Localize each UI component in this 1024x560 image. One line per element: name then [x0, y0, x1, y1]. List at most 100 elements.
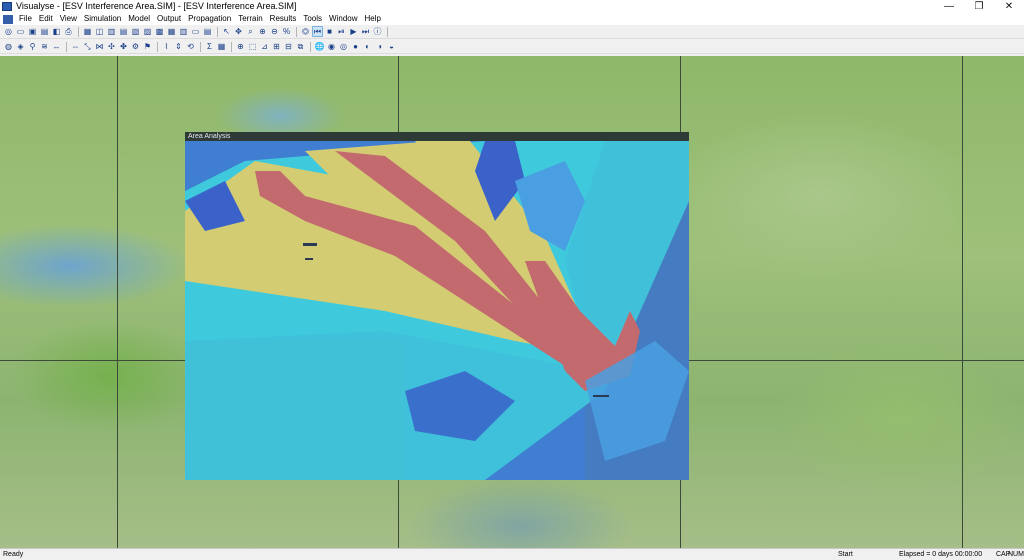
scale-button[interactable]: ⇕ — [173, 41, 184, 52]
status-start: Start — [838, 551, 853, 558]
save-button[interactable]: ▣ — [27, 26, 38, 37]
station-marker-icon — [593, 395, 609, 397]
trace-button[interactable]: ⌇ — [161, 41, 172, 52]
menu-tools[interactable]: Tools — [301, 13, 327, 25]
link-button[interactable]: ⚲ — [27, 41, 38, 52]
menu-view[interactable]: View — [58, 13, 82, 25]
globe-6-button[interactable]: ◑ — [374, 41, 385, 52]
move-button[interactable]: ✥ — [233, 26, 244, 37]
interference-contours — [185, 141, 689, 480]
toolbar-separator — [200, 41, 201, 52]
layout-4-button[interactable]: ▤ — [118, 26, 129, 37]
map-zoom-button[interactable]: ⊕ — [235, 41, 246, 52]
globe-5-button[interactable]: ◐ — [362, 41, 373, 52]
interference-map[interactable] — [185, 141, 689, 480]
globe-3-button[interactable]: ◎ — [338, 41, 349, 52]
print-button[interactable]: ⎙ — [63, 26, 74, 37]
reset-button[interactable]: ⏣ — [300, 26, 311, 37]
toolbar-separator — [157, 41, 158, 52]
info-button[interactable]: ⓘ — [372, 26, 383, 37]
menu-output[interactable]: Output — [155, 13, 186, 25]
orbit-button[interactable]: ⚙ — [130, 41, 141, 52]
step-button[interactable]: ⏯ — [336, 26, 347, 37]
model-toolbar: ◍ ◈ ⚲ ≋ ↔ ⇔ ⤡ ⋈ ✣ ✤ ⚙ ⚑ ⌇ ⇕ ⟲ Σ ▦ ⊕ ⬚ ⊿ ⊞ ⊟ ⧉ 🌐 ◉ ◎ ● ◐ ◑ ◒ — [0, 40, 1024, 54]
menu-help[interactable]: Help — [363, 13, 386, 25]
layout-6-button[interactable]: ▨ — [142, 26, 153, 37]
map-coast-button[interactable]: ⊟ — [283, 41, 294, 52]
ship-label-marker — [305, 258, 313, 260]
title-bar: Visualyse - [ESV Interference Area.SIM] … — [0, 0, 1024, 13]
carrier-button[interactable]: ≋ — [39, 41, 50, 52]
minimize-button[interactable]: — — [934, 0, 964, 13]
grid-line — [117, 56, 118, 548]
ground-button[interactable]: ⚑ — [142, 41, 153, 52]
status-elapsed: Elapsed = 0 days 00:00:00 — [899, 551, 983, 558]
fast-forward-button[interactable]: ⏭ — [360, 26, 371, 37]
antenna-button[interactable]: ◍ — [3, 41, 14, 52]
open-button[interactable]: ▭ — [15, 26, 26, 37]
area-button[interactable]: ✣ — [106, 41, 117, 52]
toolbar-separator — [310, 41, 311, 52]
globe-4-button[interactable]: ● — [350, 41, 361, 52]
save-as-button[interactable]: ▤ — [39, 26, 50, 37]
globe-7-button[interactable]: ◒ — [386, 41, 397, 52]
zoom-out-button[interactable]: ⊖ — [269, 26, 280, 37]
grid-line — [962, 56, 963, 548]
standard-toolbar: ◎ ▭ ▣ ▤ ◧ ⎙ ▦ ◫ ▥ ▤ ▧ ▨ ▩ ▦ ▥ ▭ ▤ ↖ ✥ ⌕ ⊕ ⊖% ⏣ ⏮ ■ ⏯ ▶ ⏭ ⓘ — [0, 25, 1024, 39]
stop-button[interactable]: ■ — [324, 26, 335, 37]
station-button[interactable]: ◈ — [15, 41, 26, 52]
menu-results[interactable]: Results — [268, 13, 302, 25]
sum-button[interactable]: Σ — [204, 41, 215, 52]
menu-propagation[interactable]: Propagation — [186, 13, 236, 25]
map-terrain-button[interactable]: ⧉ — [295, 41, 306, 52]
close-button[interactable]: ✕ — [994, 0, 1024, 13]
area-analysis-title: Area Analysis — [185, 132, 689, 141]
zoom-100-button[interactable]: % — [281, 26, 292, 37]
beam-button[interactable]: ↔ — [51, 41, 62, 52]
new-button[interactable]: ◎ — [3, 26, 14, 37]
layout-8-button[interactable]: ▦ — [166, 26, 177, 37]
app-icon — [2, 2, 12, 11]
menu-terrain[interactable]: Terrain — [236, 13, 267, 25]
satellite-button[interactable]: ✤ — [118, 41, 129, 52]
rewind-button[interactable]: ⏮ — [312, 26, 323, 37]
map-select-button[interactable]: ⬚ — [247, 41, 258, 52]
table-button[interactable]: ▦ — [216, 41, 227, 52]
pointer-button[interactable]: ↖ — [221, 26, 232, 37]
status-num: NUM — [1008, 551, 1024, 558]
rotate-button[interactable]: ⟲ — [185, 41, 196, 52]
menu-file[interactable]: File — [17, 13, 37, 25]
path-button[interactable]: ⤡ — [82, 41, 93, 52]
toolbar-separator — [66, 41, 67, 52]
restore-button[interactable]: ❐ — [964, 0, 994, 13]
layout-11-button[interactable]: ▤ — [202, 26, 213, 37]
group-button[interactable]: ⋈ — [94, 41, 105, 52]
menu-simulation[interactable]: Simulation — [82, 13, 126, 25]
map-measure-button[interactable]: ⊿ — [259, 41, 270, 52]
layout-3-button[interactable]: ▥ — [106, 26, 117, 37]
document-icon[interactable] — [3, 14, 13, 24]
menu-edit[interactable]: Edit — [37, 13, 58, 25]
globe-1-button[interactable]: 🌐 — [314, 41, 325, 52]
interference-button[interactable]: ⇔ — [70, 41, 81, 52]
zoom-in-button[interactable]: ⊕ — [257, 26, 268, 37]
layout-1-button[interactable]: ▦ — [82, 26, 93, 37]
menu-model[interactable]: Model — [126, 13, 155, 25]
window-controls: — ❐ ✕ — [934, 0, 1024, 13]
map-grid-button[interactable]: ⊞ — [271, 41, 282, 52]
zoom-area-button[interactable]: ⌕ — [245, 26, 256, 37]
preview-button[interactable]: ◧ — [51, 26, 62, 37]
globe-2-button[interactable]: ◉ — [326, 41, 337, 52]
toolbar-separator — [231, 41, 232, 52]
toolbar-separator — [78, 26, 79, 37]
layout-7-button[interactable]: ▩ — [154, 26, 165, 37]
layout-2-button[interactable]: ◫ — [94, 26, 105, 37]
area-analysis-window[interactable]: Area Analysis — [185, 132, 689, 480]
layout-9-button[interactable]: ▥ — [178, 26, 189, 37]
toolbar-separator — [217, 26, 218, 37]
layout-10-button[interactable]: ▭ — [190, 26, 201, 37]
layout-5-button[interactable]: ▧ — [130, 26, 141, 37]
menu-window[interactable]: Window — [327, 13, 362, 25]
toolbar-separator — [387, 26, 388, 37]
run-button[interactable]: ▶ — [348, 26, 359, 37]
